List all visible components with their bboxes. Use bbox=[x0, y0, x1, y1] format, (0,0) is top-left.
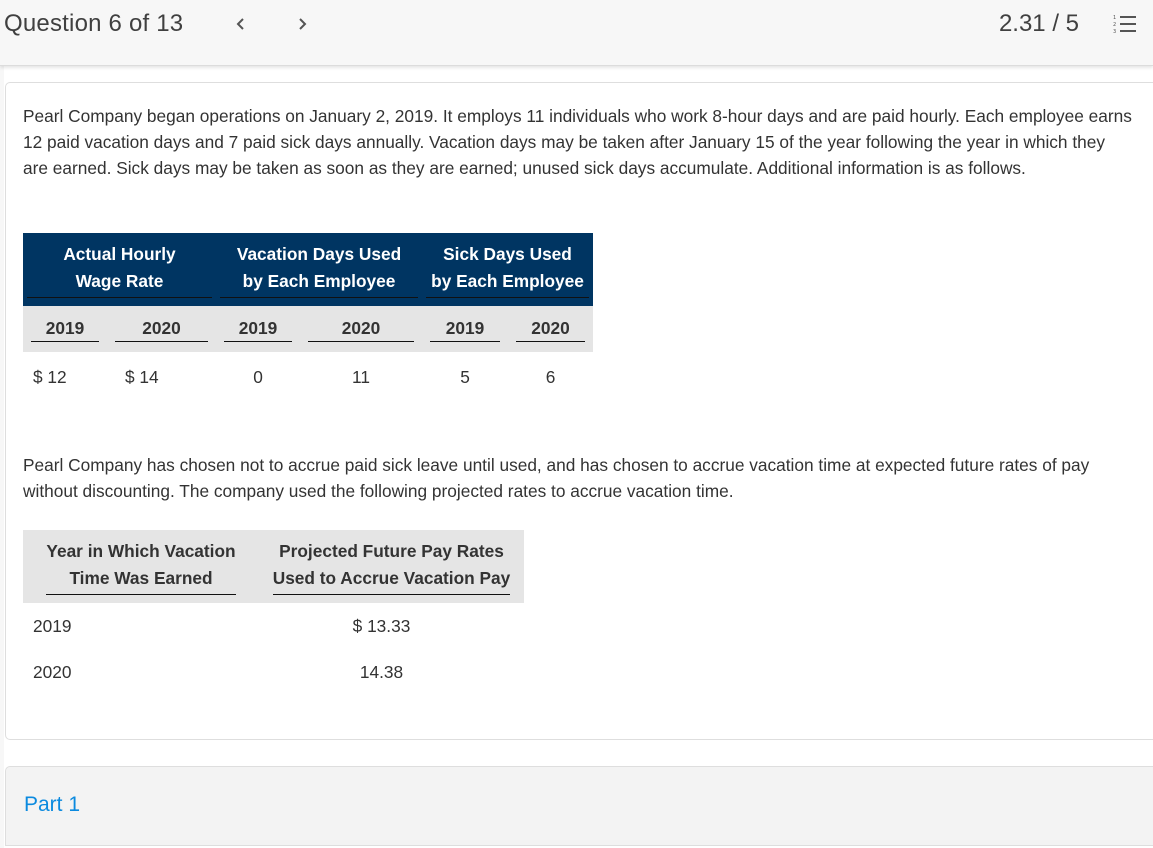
projected-rate-cell: 14.38 bbox=[359, 661, 404, 682]
wage-2019-value: $ 12 bbox=[33, 366, 67, 387]
svg-text:3: 3 bbox=[1113, 29, 1116, 35]
accrual-policy-text: Pearl Company has chosen not to accrue p… bbox=[23, 455, 1090, 501]
header-hourly-wage: Actual Hourly Wage Rate bbox=[23, 233, 216, 306]
part-label[interactable]: Part 1 bbox=[24, 793, 80, 817]
year-cell: 2019 bbox=[23, 306, 107, 352]
year-cell: 2020 bbox=[300, 306, 422, 352]
numbered-list-icon: 1 2 3 bbox=[1113, 15, 1136, 35]
projected-rate-cell: $ 13.33 bbox=[352, 615, 411, 636]
header-year-earned: Year in Which Vacation Time Was Earned bbox=[23, 530, 259, 603]
year-subheader-row: 2019 2020 2019 2020 2019 2020 bbox=[23, 306, 593, 352]
year-cell: 2019 bbox=[422, 306, 508, 352]
table-header-row: Actual Hourly Wage Rate Vacation Days Us… bbox=[23, 233, 593, 306]
question-list-button[interactable]: 1 2 3 bbox=[1112, 12, 1140, 36]
question-header-bar: Question 6 of 13 2.31 / 5 1 2 3 bbox=[0, 0, 1153, 66]
score-display: 2.31 / 5 bbox=[998, 10, 1079, 37]
table-row: $ 12 $ 14 0 11 5 6 bbox=[23, 352, 593, 402]
wage-and-days-table: Actual Hourly Wage Rate Vacation Days Us… bbox=[23, 233, 593, 402]
projected-rates-table: Year in Which Vacation Time Was Earned P… bbox=[23, 530, 524, 695]
year-cell: 2019 bbox=[216, 306, 300, 352]
chevron-left-icon bbox=[236, 18, 244, 30]
vacation-2019-value: 0 bbox=[253, 366, 263, 387]
part-section: Part 1 bbox=[5, 766, 1153, 846]
question-intro-text: Pearl Company began operations on Januar… bbox=[23, 106, 1132, 178]
chevron-right-icon bbox=[299, 18, 307, 30]
sick-2020-value: 6 bbox=[545, 366, 556, 387]
year-earned-cell: 2020 bbox=[33, 661, 72, 682]
year-cell: 2020 bbox=[508, 306, 593, 352]
wage-2020-value: $ 14 bbox=[125, 366, 159, 387]
svg-text:1: 1 bbox=[1113, 15, 1116, 21]
header-projected-rates: Projected Future Pay Rates Used to Accru… bbox=[259, 530, 524, 603]
vacation-2020-value: 11 bbox=[352, 366, 370, 387]
next-question-button[interactable] bbox=[290, 12, 314, 36]
header-vacation-days: Vacation Days Used by Each Employee bbox=[216, 233, 422, 306]
table-row: 2020 14.38 bbox=[23, 649, 524, 695]
left-gutter bbox=[0, 66, 4, 848]
table-row: 2019 $ 13.33 bbox=[23, 603, 524, 649]
year-earned-cell: 2019 bbox=[33, 615, 72, 636]
question-counter: Question 6 of 13 bbox=[4, 10, 184, 37]
header-sick-days: Sick Days Used by Each Employee bbox=[422, 233, 593, 306]
year-cell: 2020 bbox=[107, 306, 216, 352]
previous-question-button[interactable] bbox=[229, 12, 253, 36]
sick-2019-value: 5 bbox=[460, 366, 470, 387]
table-header-row: Year in Which Vacation Time Was Earned P… bbox=[23, 530, 524, 603]
svg-text:2: 2 bbox=[1113, 22, 1116, 28]
